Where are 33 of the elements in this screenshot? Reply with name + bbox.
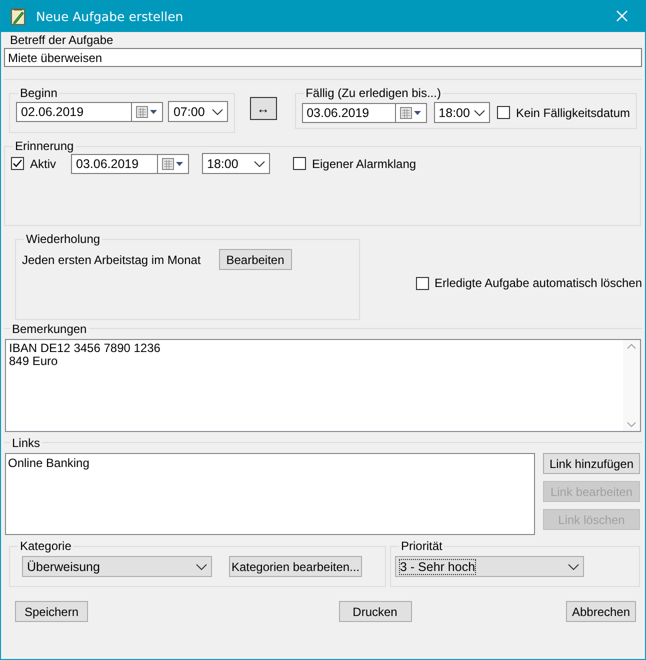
group-label: Kategorie <box>19 539 72 553</box>
dialog-button[interactable]: Speichern <box>15 601 88 622</box>
group-label: Priorität <box>400 539 444 553</box>
section-label: Betreff der Aufgabe <box>9 32 114 47</box>
date-field[interactable]: 03.06.2019 <box>71 154 190 174</box>
group-label: Fällig (Zu erledigen bis...) <box>304 86 442 100</box>
checkbox-label: Aktiv <box>30 156 56 170</box>
time-dropdown[interactable]: 18:00 <box>434 102 490 123</box>
swap-button[interactable]: ↔ <box>250 97 277 120</box>
section-label: Links <box>10 436 42 450</box>
time-dropdown[interactable]: 18:00 <box>202 153 270 174</box>
edit-button[interactable]: Bearbeiten <box>218 249 292 270</box>
link-item[interactable]: Online Banking <box>8 456 532 470</box>
link-action-button[interactable]: Link hinzufügen <box>543 453 640 474</box>
dialog-button[interactable]: Abbrechen <box>566 601 636 622</box>
checkbox-label: Eigener Alarmklang <box>312 156 416 170</box>
checkbox-label: Erledigte Aufgabe automatisch löschen <box>434 276 642 290</box>
group-label: Erinnerung <box>14 139 75 153</box>
checkbox-label: Kein Fälligkeitsdatum <box>516 106 630 120</box>
subject-field[interactable]: Miete überweisen <box>4 48 642 67</box>
date-field[interactable]: 02.06.2019 <box>16 102 164 122</box>
notes-field[interactable]: IBAN DE12 3456 7890 1236 849 Euro <box>5 339 641 432</box>
dialog-button[interactable]: Drucken <box>338 601 412 622</box>
priority-dropdown[interactable]: 3 - Sehr hoch <box>395 556 584 577</box>
group-label: Wiederholung <box>25 232 102 246</box>
date-field[interactable]: 03.06.2019 <box>302 102 427 122</box>
time-dropdown[interactable]: 07:00 <box>168 101 228 122</box>
group-label: Beginn <box>19 86 58 100</box>
section-label: Bemerkungen <box>10 322 89 336</box>
category-dropdown[interactable]: Überweisung <box>22 556 212 577</box>
recurrence-text: Jeden ersten Arbeitstag im Monat <box>22 252 201 266</box>
edit-categories-button[interactable]: Kategorien bearbeiten... <box>229 556 362 577</box>
window-title: Neue Aufgabe erstellen <box>36 8 184 24</box>
